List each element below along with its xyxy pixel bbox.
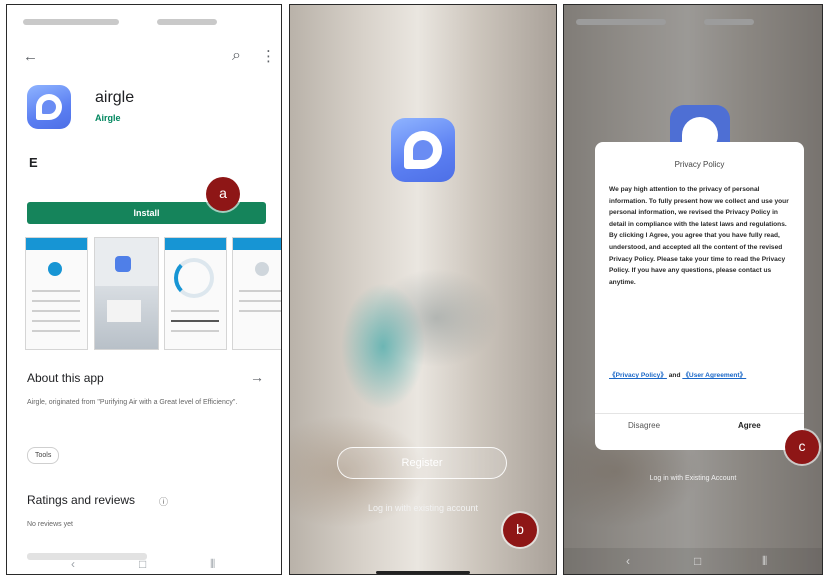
about-section-title: About this app [27,371,104,385]
privacy-screen: Privacy Policy We pay high attention to … [563,4,823,575]
policy-links: 《Privacy Policy》 and 《User Agreement》 [609,370,791,382]
launch-screen: Register Log in with existing account b [289,4,557,575]
home-indicator[interactable] [376,571,470,574]
nav-recents-icon[interactable]: ⦀ [762,554,767,569]
step-badge-c: c [785,430,819,464]
faded-section [27,553,147,560]
back-arrow-icon[interactable]: ← [23,49,38,65]
status-bar [576,19,666,25]
app-logo-icon [391,118,455,182]
nav-home-icon[interactable]: □ [139,557,146,571]
ratings-section-title: Ratings and reviews [27,493,136,507]
app-screenshot-4[interactable] [232,237,281,350]
and-text: and [668,372,681,379]
play-store-screen: ← ⌕ ⋮ airgle Airgle E Install a About th… [6,4,282,575]
nav-home-icon[interactable]: □ [694,554,701,568]
dialog-title: Privacy Policy [674,160,725,169]
login-existing-link[interactable]: Log in with Existing Account [564,475,822,482]
dialog-divider [595,413,804,414]
app-screenshot-3[interactable] [164,237,227,350]
developer-link[interactable]: Airgle [95,113,121,123]
background-photo [290,5,556,574]
content-rating-icon: E [29,155,38,170]
no-reviews-text: No reviews yet [27,521,73,528]
login-existing-link[interactable]: Log in with existing account [290,503,556,513]
step-badge-b: b [503,513,537,547]
user-agreement-link[interactable]: 《User Agreement》 [682,372,746,379]
privacy-policy-dialog: Privacy Policy We pay high attention to … [595,142,804,450]
more-options-icon[interactable]: ⋮ [261,49,276,65]
about-description: Airgle, originated from "Purifying Air w… [27,399,238,406]
app-screenshot-2[interactable] [94,237,159,350]
nav-back-icon[interactable]: ‹ [626,554,630,568]
app-title: airgle [95,89,135,106]
app-icon [27,85,71,129]
nav-bar: ‹ □ ⦀ [564,548,822,574]
category-chip[interactable]: Tools [27,447,60,464]
nav-recents-icon[interactable]: ⦀ [210,557,215,572]
agree-button[interactable]: Agree [738,421,761,430]
nav-back-icon[interactable]: ‹ [71,557,75,571]
step-badge-a: a [206,177,240,211]
content-rating-label [27,171,29,177]
status-bar [23,19,119,25]
search-icon[interactable]: ⌕ [232,48,241,64]
status-icons [157,19,217,25]
app-screenshot-1[interactable] [25,237,88,350]
status-icons [704,19,754,25]
register-button[interactable]: Register [337,447,507,479]
about-arrow-icon[interactable]: → [250,369,264,385]
privacy-policy-link[interactable]: 《Privacy Policy》 [609,372,667,379]
dialog-body: We pay high attention to the privacy of … [609,186,789,286]
info-icon[interactable]: ⓘ [159,495,168,508]
disagree-button[interactable]: Disagree [628,421,660,430]
